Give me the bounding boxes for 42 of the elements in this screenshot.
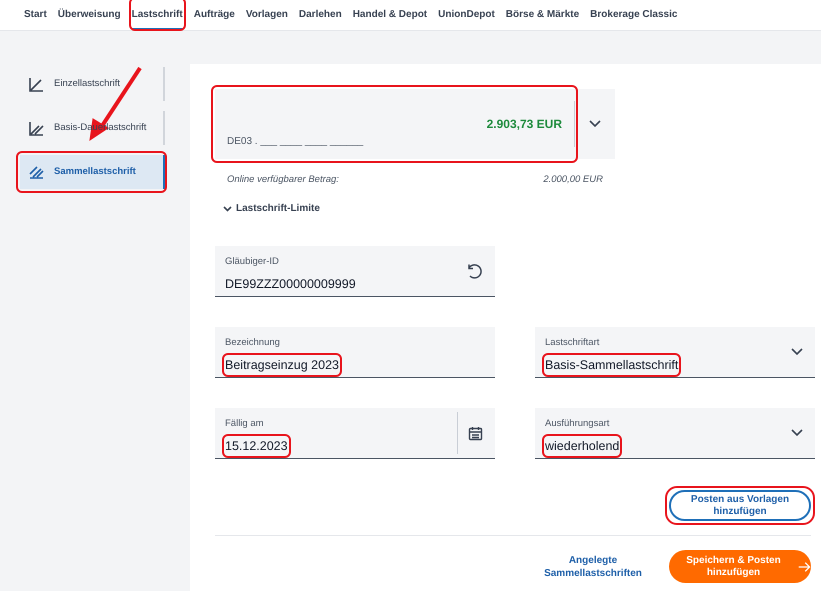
nav-tab[interactable]: Überweisung <box>58 0 121 30</box>
field-value: Beitragseinzug 2023 <box>225 356 339 374</box>
arrow-right-icon <box>798 560 811 574</box>
chart-line-icon <box>28 76 45 92</box>
balance-amount: 2.903,73 EUR <box>486 116 562 133</box>
input-field[interactable]: Gläubiger-ID DE99ZZZ00000009999 <box>215 246 495 298</box>
chevron-down-icon <box>589 120 601 128</box>
nav-tab[interactable]: Lastschrift <box>132 0 183 30</box>
chart-line-icon <box>28 164 45 180</box>
chevron-down-icon <box>791 429 803 438</box>
input-field[interactable]: Fällig am 15.12.2023 <box>215 408 495 460</box>
field-label: Bezeichnung <box>225 336 281 350</box>
select-field[interactable]: Ausführungsart wiederholend <box>535 408 815 460</box>
field-value: Basis-Sammellastschrift <box>545 356 678 374</box>
nav-tab[interactable]: Brokerage Classic <box>590 0 678 30</box>
nav-tab[interactable]: Aufträge <box>194 0 235 30</box>
available-label: Online verfügbarer Betrag: <box>227 173 339 187</box>
nav-tab[interactable]: UnionDepot <box>438 0 495 30</box>
input-field[interactable]: Bezeichnung Beitragseinzug 2023 <box>215 327 495 378</box>
sidebar-item[interactable]: Einzellastschrift <box>20 67 165 101</box>
iban-text: DE03 . ___ ____ ____ ______ <box>227 135 364 149</box>
calendar-icon <box>468 426 483 441</box>
chevron-icon <box>223 206 232 212</box>
chart-line-icon <box>28 120 45 136</box>
limits-toggle[interactable]: Lastschrift-Limite <box>223 201 320 216</box>
nav-tab[interactable]: Börse & Märkte <box>506 0 580 30</box>
batch-list-link[interactable]: Angelegte Sammellastschriften <box>543 554 643 580</box>
field-label: Lastschriftart <box>545 336 600 350</box>
field-label: Gläubiger-ID <box>225 255 280 270</box>
nav-tab[interactable]: Start <box>24 0 47 30</box>
field-label: Fällig am <box>225 417 265 432</box>
nav-tab[interactable]: Vorlagen <box>246 0 288 30</box>
field-value: wiederholend <box>545 436 620 456</box>
chevron-down-icon <box>791 348 803 356</box>
field-value: 15.12.2023 <box>225 436 288 456</box>
field-value: DE99ZZZ00000009999 <box>225 276 356 292</box>
reset-icon <box>466 262 483 280</box>
field-label: Ausführungsart <box>545 417 610 432</box>
nav-tab[interactable]: Darlehen <box>298 0 342 30</box>
nav-tab[interactable]: Handel & Depot <box>352 0 428 30</box>
available-amount: 2.000,00 EUR <box>543 173 603 187</box>
select-field[interactable]: Lastschriftart Basis-Sammellastschrift <box>535 327 815 378</box>
